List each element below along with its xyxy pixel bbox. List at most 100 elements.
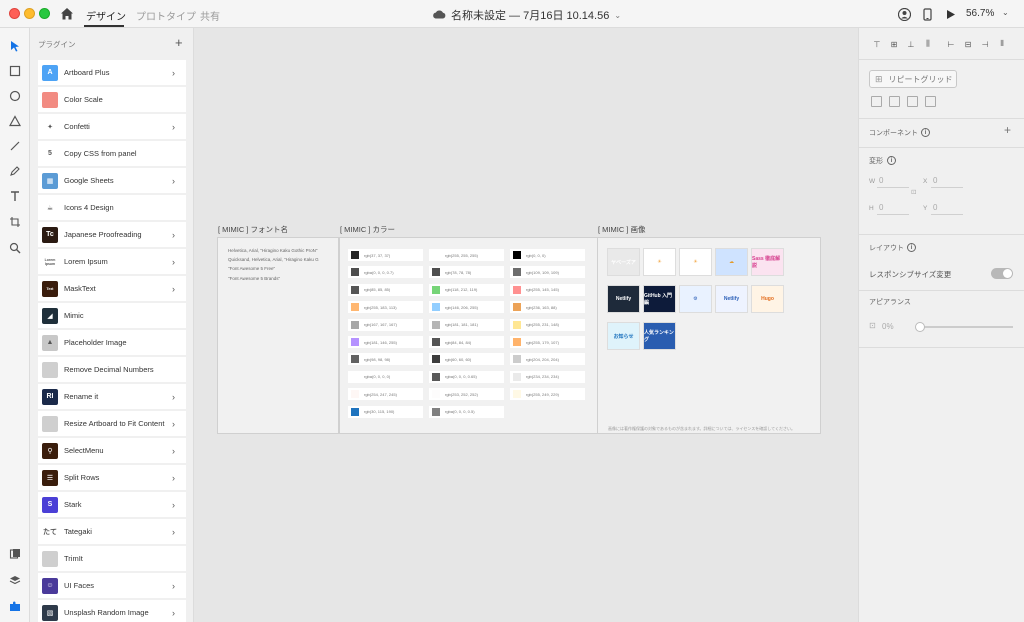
image-thumbnail[interactable]: ☀ [643,248,676,276]
plugin-item[interactable]: Resize Artboard to Fit Content › [38,411,186,436]
plugin-item[interactable]: ◢ Mimic [38,303,186,328]
plugin-item[interactable]: ▦ Google Sheets › [38,168,186,193]
plugin-item[interactable]: ☕ Icons 4 Design [38,195,186,220]
plugin-item[interactable]: A Artboard Plus › [38,60,186,85]
tab-design[interactable]: デザイン [86,8,126,23]
artboard-label-fonts[interactable]: [ MIMIC ] フォント名 [218,224,288,235]
polygon-tool-icon[interactable] [7,113,23,129]
add-plugin-icon[interactable]: + [175,35,183,50]
plugin-item[interactable]: ☰ Split Rows › [38,465,186,490]
color-swatch-item[interactable]: rgb(60, 60, 60) [429,353,504,366]
boolean-subtract-icon[interactable] [889,96,900,107]
color-swatch-item[interactable]: rgb(78, 78, 78) [429,266,504,279]
color-swatch-item[interactable]: rgb(254, 247, 245) [348,388,423,401]
image-thumbnail[interactable]: ⚙ [679,285,712,313]
info-icon[interactable]: i [921,128,930,137]
ellipse-tool-icon[interactable] [7,88,23,104]
align-bottom-icon[interactable]: ⊥ [903,37,919,51]
opacity-field[interactable]: 0% [882,322,894,331]
plugin-item[interactable]: RI Rename it › [38,384,186,409]
line-tool-icon[interactable] [7,138,23,154]
add-component-icon[interactable]: + [1004,123,1011,137]
opacity-slider-track[interactable] [917,326,1013,328]
color-swatch-item[interactable]: rgb(255, 145, 145) [510,283,585,296]
color-swatch-item[interactable]: rgb(234, 234, 234) [510,370,585,383]
design-canvas[interactable]: [ MIMIC ] フォント名 Helvetica, Arial, "Hirag… [194,28,858,622]
image-thumbnail[interactable]: ☀ [679,248,712,276]
color-swatch-item[interactable]: rgb(181, 146, 255) [348,336,423,348]
plugin-item[interactable]: Color Scale [38,87,186,112]
opacity-slider-handle[interactable] [915,322,925,332]
align-center-icon[interactable]: ⊟ [960,37,976,51]
info-icon[interactable]: i [887,156,896,165]
color-swatch-item[interactable]: rgba(0, 0, 0, 0.7) [348,266,423,279]
image-thumbnail[interactable]: Sass 徹底解説 [751,248,784,276]
image-thumbnail[interactable]: GitHub 入門編 [643,285,676,313]
color-swatch-item[interactable]: rgb(85, 85, 85) [348,283,423,296]
plugin-item[interactable]: 5 Copy CSS from panel [38,141,186,166]
plugin-item[interactable]: Lorem Ipsum Lorem Ipsum › [38,249,186,274]
align-right-icon[interactable]: ⊣ [977,37,993,51]
image-thumbnail[interactable]: ヤベーズア [607,248,640,276]
y-field[interactable]: 0 [933,203,937,212]
height-field[interactable]: 0 [879,203,883,212]
color-swatch-item[interactable]: rgba(0, 0, 0, 0) [348,370,423,383]
layers-icon[interactable] [7,572,23,588]
color-swatch-item[interactable]: rgb(204, 204, 204) [510,353,585,366]
window-maximize-button[interactable] [39,8,50,19]
play-icon[interactable] [943,6,959,22]
artboard-tool-icon[interactable] [7,214,23,230]
image-thumbnail[interactable]: Netlify [715,285,748,313]
color-swatch-item[interactable]: rgba(0, 0, 0, 0.65) [429,370,504,383]
image-thumbnail[interactable]: ☁ [715,248,748,276]
device-preview-icon[interactable] [919,6,935,22]
artboard-label-images[interactable]: [ MIMIC ] 画像 [598,224,646,235]
color-swatch-item[interactable]: rgb(146, 206, 255) [429,301,504,314]
plugin-item[interactable]: ▧ Unsplash Random Image › [38,600,186,622]
distribute-horizontal-icon[interactable]: ⫴ [994,37,1010,51]
assets-icon[interactable] [7,546,23,562]
info-icon[interactable]: i [907,243,916,252]
image-thumbnail[interactable]: Netlify [607,285,640,313]
color-swatch-item[interactable]: rgb(236, 163, 88) [510,301,585,314]
plugin-item[interactable]: たて Tategaki › [38,519,186,544]
align-middle-icon[interactable]: ⊞ [886,37,902,51]
plugin-item[interactable]: Remove Decimal Numbers [38,357,186,382]
width-field[interactable]: 0 [879,176,883,185]
color-swatch-item[interactable]: rgba(0, 0, 0, 0.5) [429,405,504,418]
color-swatch-item[interactable]: rgb(98, 98, 98) [348,353,423,366]
plugin-item[interactable]: ⚲ SelectMenu › [38,438,186,463]
document-title[interactable]: 名称未設定 — 7月16日 10.14.56 ⌄ [432,7,621,23]
color-swatch-item[interactable]: rgb(255, 183, 113) [348,301,423,314]
align-top-icon[interactable]: ⊤ [869,37,885,51]
plugins-icon[interactable] [7,598,23,614]
color-swatch-item[interactable]: rgb(167, 167, 167) [348,318,423,331]
plugin-item[interactable]: ☺ UI Faces › [38,573,186,598]
color-swatch-item[interactable]: rgb(255, 249, 229) [510,388,585,401]
text-tool-icon[interactable] [7,188,23,204]
pen-tool-icon[interactable] [7,163,23,179]
color-swatch-item[interactable]: rgb(0, 0, 0) [510,249,585,261]
home-icon[interactable] [59,6,75,22]
x-field[interactable]: 0 [933,176,937,185]
zoom-level[interactable]: 56.7% [966,8,994,19]
artboard-colors[interactable]: rgb(37, 37, 37) rgba(0, 0, 0, 0.7) rgb(85,… [339,237,598,434]
image-thumbnail[interactable]: 人気ランキング [643,322,676,350]
color-swatch-item[interactable]: rgb(118, 212, 119) [429,283,504,296]
color-swatch-item[interactable]: rgb(255, 179, 107) [510,336,585,348]
rectangle-tool-icon[interactable] [7,63,23,79]
image-thumbnail[interactable]: お知らせ [607,322,640,350]
color-swatch-item[interactable]: rgb(30, 115, 190) [348,405,423,418]
user-icon[interactable] [896,6,912,22]
plugin-item[interactable]: S Stark › [38,492,186,517]
plugin-item[interactable]: ▲ Placeholder Image [38,330,186,355]
color-swatch-item[interactable]: rgb(109, 109, 109) [510,266,585,279]
window-minimize-button[interactable] [24,8,35,19]
tab-prototype[interactable]: プロトタイプ [136,8,196,23]
zoom-tool-icon[interactable] [7,240,23,256]
plugin-item[interactable]: Text MaskText › [38,276,186,301]
color-swatch-item[interactable]: rgb(37, 37, 37) [348,249,423,261]
zoom-chevron-icon[interactable]: ⌄ [1002,8,1009,17]
color-swatch-item[interactable]: rgb(253, 252, 252) [429,388,504,401]
artboard-images[interactable]: 画像には著作権保護の対象であるものが含まれます。詳細については、ライセンスを確認… [597,237,821,434]
